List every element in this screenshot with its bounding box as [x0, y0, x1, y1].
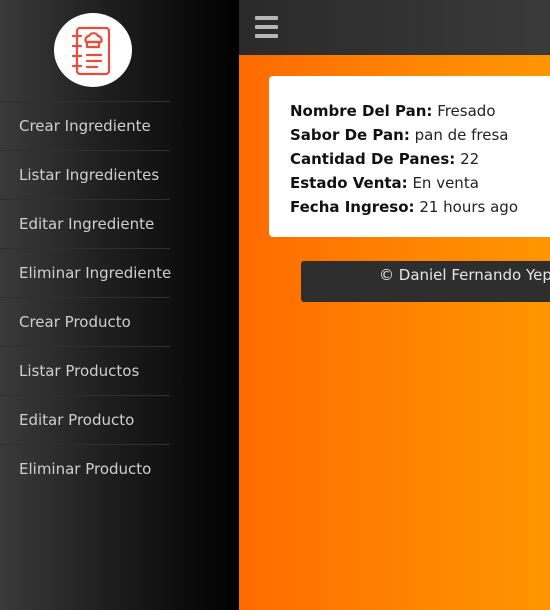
- sidebar-item-editar-ingrediente[interactable]: Editar Ingrediente: [0, 199, 170, 248]
- hamburger-icon[interactable]: [255, 16, 278, 38]
- main-content: Nombre Del Pan: Fresado Sabor De Pan: pa…: [239, 55, 550, 610]
- field-value: En venta: [412, 174, 479, 192]
- field-label: Cantidad De Panes:: [290, 150, 456, 168]
- field-label: Fecha Ingreso:: [290, 198, 415, 216]
- field-sabor: Sabor De Pan: pan de fresa: [290, 123, 550, 147]
- sidebar-item-editar-producto[interactable]: Editar Producto: [0, 395, 170, 444]
- field-value: 22: [460, 150, 480, 168]
- sidebar-item-crear-producto[interactable]: Crear Producto: [0, 297, 170, 346]
- field-fecha: Fecha Ingreso: 21 hours ago: [290, 195, 550, 219]
- footer-copyright: © Daniel Fernando Yepe: [301, 261, 550, 302]
- field-nombre: Nombre Del Pan: Fresado: [290, 99, 550, 123]
- field-estado: Estado Venta: En venta: [290, 171, 550, 195]
- sidebar-item-eliminar-producto[interactable]: Eliminar Producto: [0, 444, 170, 493]
- field-value: Fresado: [437, 102, 496, 120]
- field-value: 21 hours ago: [419, 198, 518, 216]
- sidebar-item-listar-productos[interactable]: Listar Productos: [0, 346, 170, 395]
- field-value: pan de fresa: [414, 126, 509, 144]
- logo[interactable]: [54, 13, 132, 87]
- field-label: Sabor De Pan:: [290, 126, 410, 144]
- sidebar-item-eliminar-ingrediente[interactable]: Eliminar Ingrediente: [0, 248, 171, 297]
- sidebar-item-listar-ingredientes[interactable]: Listar Ingredientes: [0, 150, 170, 199]
- field-label: Estado Venta:: [290, 174, 408, 192]
- recipe-book-chef-icon: [71, 26, 111, 76]
- field-label: Nombre Del Pan:: [290, 102, 433, 120]
- sidebar-menu: Crear Ingrediente Listar Ingredientes Ed…: [0, 101, 171, 493]
- sidebar: Crear Ingrediente Listar Ingredientes Ed…: [0, 0, 239, 610]
- product-detail-card: Nombre Del Pan: Fresado Sabor De Pan: pa…: [269, 76, 550, 237]
- field-cantidad: Cantidad De Panes: 22: [290, 147, 550, 171]
- top-bar: [239, 0, 550, 55]
- sidebar-item-crear-ingrediente[interactable]: Crear Ingrediente: [0, 101, 170, 150]
